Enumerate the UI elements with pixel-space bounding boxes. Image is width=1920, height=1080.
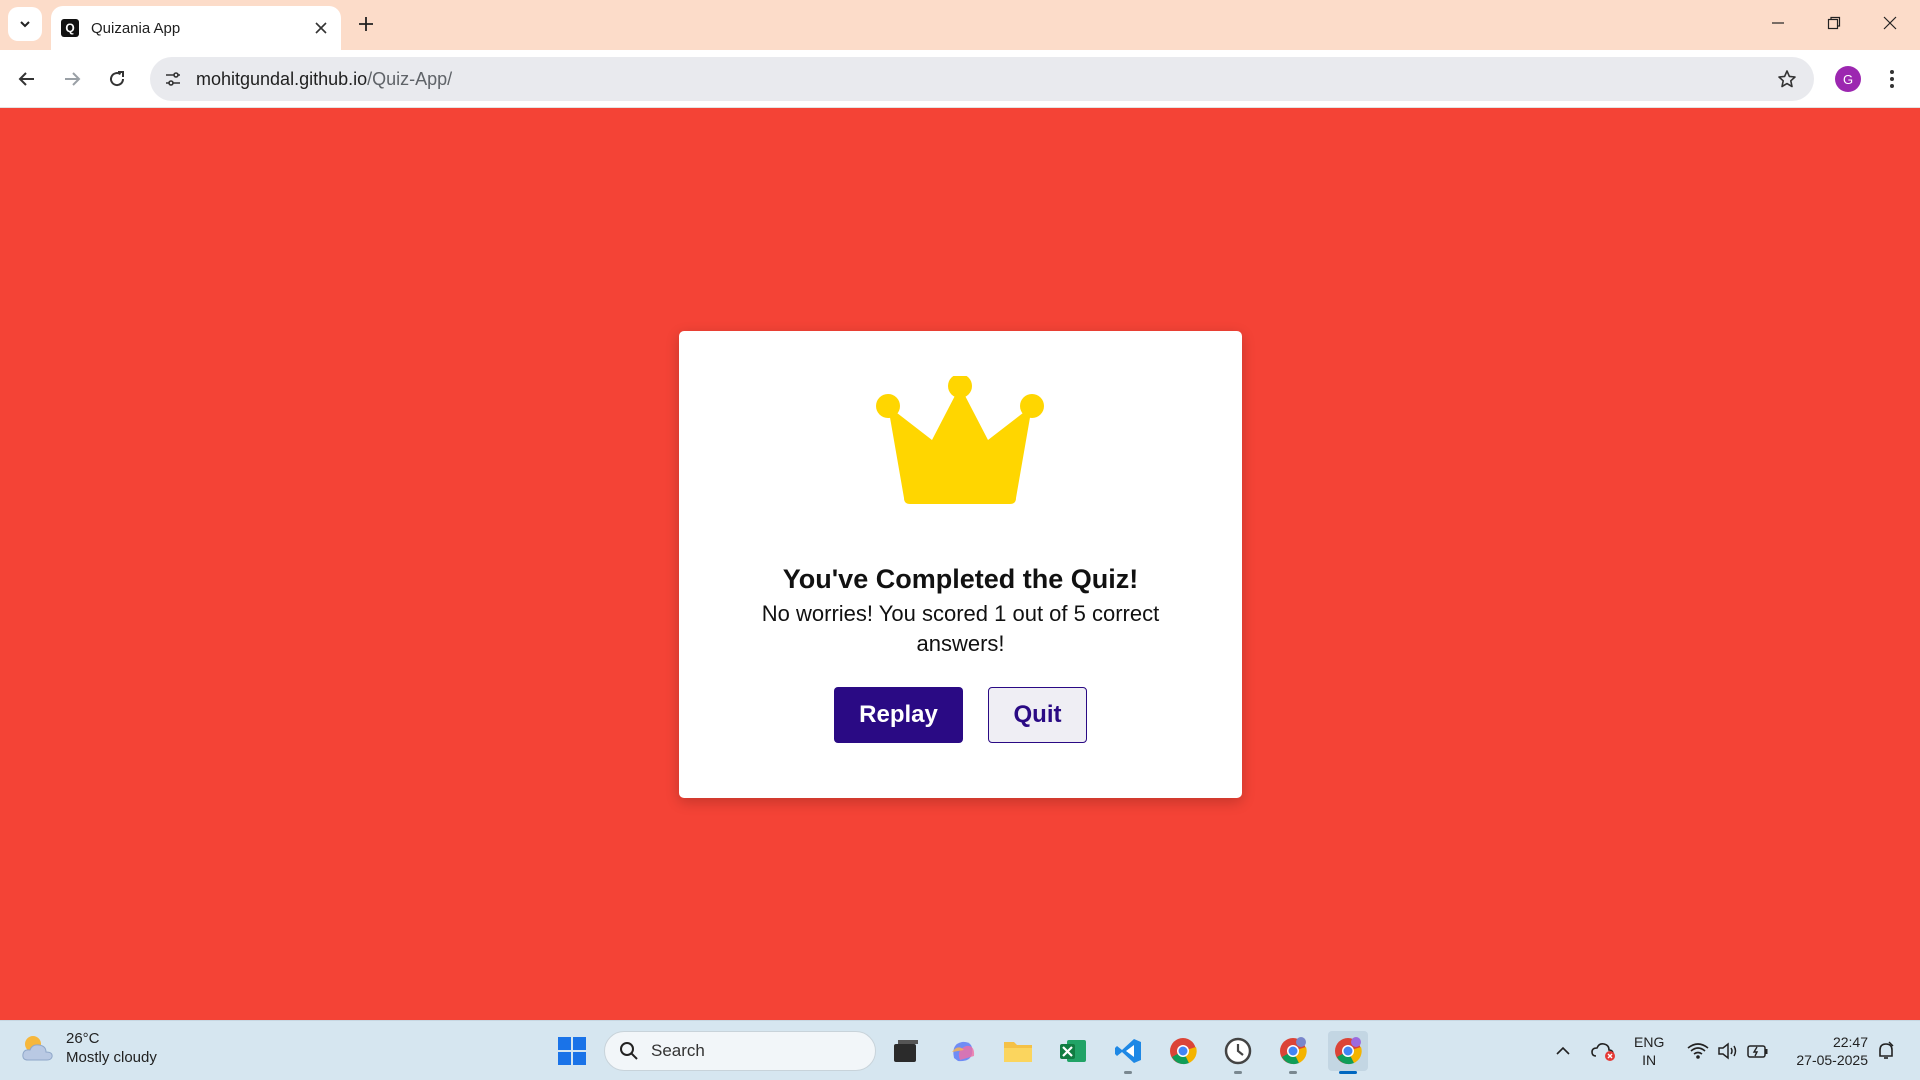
chevron-up-icon bbox=[1556, 1046, 1570, 1055]
running-indicator bbox=[1289, 1071, 1297, 1074]
more-vertical-icon bbox=[1890, 70, 1894, 88]
language-indicator[interactable]: ENG IN bbox=[1634, 1033, 1664, 1069]
vscode-icon bbox=[1115, 1039, 1141, 1063]
restore-button[interactable] bbox=[1806, 0, 1862, 46]
language-top: ENG bbox=[1634, 1034, 1665, 1050]
close-icon bbox=[315, 22, 327, 34]
site-info-button[interactable] bbox=[156, 62, 190, 96]
crown-icon bbox=[876, 376, 1044, 504]
close-window-button[interactable] bbox=[1862, 0, 1918, 46]
score-message: No worries! You scored 1 out of 5 correc… bbox=[761, 601, 1160, 656]
chrome-active-button[interactable] bbox=[1328, 1031, 1368, 1071]
task-view-button[interactable] bbox=[886, 1031, 926, 1071]
excel-button[interactable] bbox=[1053, 1031, 1093, 1071]
reload-button[interactable] bbox=[99, 61, 135, 97]
tab-close-button[interactable] bbox=[309, 16, 333, 40]
new-tab-button[interactable] bbox=[352, 10, 380, 38]
tab-search-button[interactable] bbox=[8, 7, 42, 41]
chrome-icon bbox=[1335, 1037, 1362, 1065]
plus-icon bbox=[359, 17, 373, 31]
bookmark-button[interactable] bbox=[1774, 66, 1800, 92]
language-bottom: IN bbox=[1642, 1052, 1657, 1068]
wifi-icon bbox=[1687, 1043, 1709, 1059]
chevron-down-icon bbox=[20, 21, 30, 28]
clock-icon bbox=[1224, 1037, 1252, 1065]
arrow-right-icon bbox=[65, 72, 81, 86]
minimize-button[interactable] bbox=[1750, 0, 1806, 46]
weather-temp: 26°C bbox=[66, 1030, 100, 1047]
active-indicator bbox=[1339, 1071, 1357, 1074]
chrome-icon bbox=[1280, 1037, 1307, 1065]
tab-title: Quizania App bbox=[91, 19, 181, 37]
show-hidden-icons-button[interactable] bbox=[1552, 1031, 1574, 1071]
clock-app-button[interactable] bbox=[1218, 1031, 1258, 1071]
clock-time: 22:47 bbox=[1832, 1034, 1868, 1050]
address-bar[interactable]: mohitgundal.github.io/Quiz-App/ bbox=[150, 57, 1814, 101]
close-icon bbox=[1883, 16, 1897, 30]
cloud-error-icon bbox=[1591, 1043, 1615, 1061]
network-button[interactable] bbox=[1684, 1031, 1712, 1071]
task-view-icon bbox=[894, 1040, 918, 1062]
taskbar: 26°C Mostly cloudy Search ENG IN 22:47 2… bbox=[0, 1020, 1920, 1080]
taskbar-clock[interactable]: 22:47 27-05-2025 bbox=[1786, 1033, 1868, 1069]
quit-button[interactable]: Quit bbox=[988, 687, 1087, 743]
file-explorer-button[interactable] bbox=[998, 1031, 1038, 1071]
battery-charging-icon bbox=[1747, 1045, 1768, 1058]
quizania-favicon-icon: Q bbox=[61, 19, 79, 37]
url-domain: mohitgundal.github.io bbox=[196, 68, 368, 89]
excel-icon bbox=[1060, 1040, 1086, 1062]
start-button[interactable] bbox=[552, 1031, 592, 1071]
result-card: You've Completed the Quiz! No worries! Y… bbox=[679, 331, 1242, 798]
browser-menu-button[interactable] bbox=[1880, 64, 1904, 94]
weather-desc: Mostly cloudy bbox=[66, 1049, 157, 1066]
reload-icon bbox=[110, 71, 125, 87]
restore-icon bbox=[1827, 16, 1841, 30]
chrome-profile-button[interactable] bbox=[1273, 1031, 1313, 1071]
taskbar-search[interactable]: Search bbox=[604, 1031, 876, 1071]
weather-widget[interactable]: 26°C Mostly cloudy bbox=[20, 1029, 157, 1067]
arrow-left-icon bbox=[18, 72, 34, 86]
browser-toolbar: mohitgundal.github.io/Quiz-App/ G bbox=[0, 50, 1920, 108]
speaker-icon bbox=[1718, 1042, 1737, 1060]
running-indicator bbox=[1124, 1071, 1132, 1074]
folder-icon bbox=[1004, 1042, 1032, 1062]
tab-strip: Q Quizania App bbox=[0, 0, 1920, 50]
copilot-button[interactable] bbox=[943, 1031, 983, 1071]
replay-button[interactable]: Replay bbox=[834, 687, 963, 743]
forward-button[interactable] bbox=[54, 61, 90, 97]
tune-icon bbox=[166, 72, 180, 86]
vscode-button[interactable] bbox=[1108, 1031, 1148, 1071]
url-path: /Quiz-App/ bbox=[367, 68, 453, 89]
partly-cloudy-icon bbox=[22, 1036, 53, 1061]
chrome-icon bbox=[1170, 1038, 1197, 1065]
search-icon bbox=[620, 1042, 638, 1060]
result-title: You've Completed the Quiz! bbox=[782, 564, 1139, 594]
battery-button[interactable] bbox=[1744, 1031, 1772, 1071]
minimize-icon bbox=[1772, 22, 1784, 24]
bell-icon bbox=[1879, 1041, 1894, 1059]
star-icon bbox=[1778, 70, 1796, 88]
volume-button[interactable] bbox=[1714, 1031, 1742, 1071]
active-tab[interactable]: Q Quizania App bbox=[51, 6, 341, 50]
profile-avatar[interactable]: G bbox=[1835, 66, 1861, 92]
running-indicator bbox=[1234, 1071, 1242, 1074]
clock-date: 27-05-2025 bbox=[1796, 1052, 1868, 1068]
windows-logo-icon bbox=[558, 1037, 586, 1065]
chrome-button[interactable] bbox=[1163, 1031, 1203, 1071]
url-text[interactable]: mohitgundal.github.io/Quiz-App/ bbox=[196, 69, 452, 90]
notifications-button[interactable] bbox=[1872, 1031, 1900, 1071]
taskbar-search-placeholder: Search bbox=[651, 1041, 705, 1060]
copilot-icon bbox=[952, 1041, 975, 1062]
back-button[interactable] bbox=[9, 61, 45, 97]
onedrive-button[interactable] bbox=[1590, 1031, 1618, 1071]
